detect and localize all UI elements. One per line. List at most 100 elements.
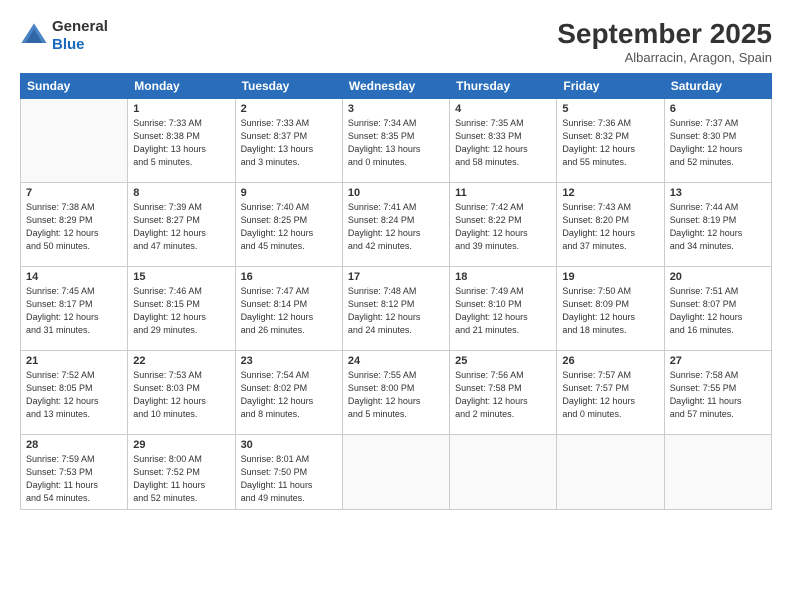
day-info: Sunrise: 7:33 AM Sunset: 8:37 PM Dayligh… [241,117,337,169]
day-number: 4 [455,103,551,115]
day-number: 28 [26,439,122,451]
day-number: 11 [455,187,551,199]
day-info: Sunrise: 7:37 AM Sunset: 8:30 PM Dayligh… [670,117,766,169]
header-tuesday: Tuesday [235,74,342,99]
calendar-cell: 13Sunrise: 7:44 AM Sunset: 8:19 PM Dayli… [664,183,771,267]
day-info: Sunrise: 7:54 AM Sunset: 8:02 PM Dayligh… [241,369,337,421]
logo-general: General [52,18,108,35]
calendar-cell: 26Sunrise: 7:57 AM Sunset: 7:57 PM Dayli… [557,351,664,435]
day-info: Sunrise: 7:45 AM Sunset: 8:17 PM Dayligh… [26,285,122,337]
day-number: 19 [562,271,658,283]
day-info: Sunrise: 7:42 AM Sunset: 8:22 PM Dayligh… [455,201,551,253]
day-info: Sunrise: 7:47 AM Sunset: 8:14 PM Dayligh… [241,285,337,337]
day-number: 10 [348,187,444,199]
calendar-cell: 30 Sunrise: 8:01 AM Sunset: 7:50 PM Dayli… [235,435,342,510]
calendar-cell [557,435,664,510]
day-info: Sunrise: 7:34 AM Sunset: 8:35 PM Dayligh… [348,117,444,169]
calendar-cell: 10Sunrise: 7:41 AM Sunset: 8:24 PM Dayli… [342,183,449,267]
calendar-cell: 29Sunrise: 8:00 AM Sunset: 7:52 PM Dayli… [128,435,235,510]
logo: General Blue [20,18,108,54]
day-number: 20 [670,271,766,283]
day-number: 3 [348,103,444,115]
logo-icon [20,22,48,50]
calendar-cell: 3 Sunrise: 7:34 AM Sunset: 8:35 PM Daylig… [342,99,449,183]
day-number: 13 [670,187,766,199]
calendar-cell: 14Sunrise: 7:45 AM Sunset: 8:17 PM Dayli… [21,267,128,351]
calendar-cell: 27 Sunrise: 7:58 AM Sunset: 7:55 PM Dayli… [664,351,771,435]
day-number: 9 [241,187,337,199]
calendar-cell: 20 Sunrise: 7:51 AM Sunset: 8:07 PM Dayli… [664,267,771,351]
day-info: Sunrise: 7:43 AM Sunset: 8:20 PM Dayligh… [562,201,658,253]
day-number: 2 [241,103,337,115]
day-number: 16 [241,271,337,283]
day-number: 6 [670,103,766,115]
calendar-cell: 1 Sunrise: 7:33 AM Sunset: 8:38 PM Daylig… [128,99,235,183]
day-number: 15 [133,271,229,283]
day-info: Sunrise: 7:48 AM Sunset: 8:12 PM Dayligh… [348,285,444,337]
day-number: 18 [455,271,551,283]
day-info: Sunrise: 7:52 AM Sunset: 8:05 PM Dayligh… [26,369,122,421]
calendar-cell: 16 Sunrise: 7:47 AM Sunset: 8:14 PM Dayli… [235,267,342,351]
day-info: Sunrise: 7:55 AM Sunset: 8:00 PM Dayligh… [348,369,444,421]
day-number: 7 [26,187,122,199]
calendar-cell: 23 Sunrise: 7:54 AM Sunset: 8:02 PM Dayli… [235,351,342,435]
calendar-cell: 28 Sunrise: 7:59 AM Sunset: 7:53 PM Dayli… [21,435,128,510]
calendar-cell [21,99,128,183]
calendar-cell: 15 Sunrise: 7:46 AM Sunset: 8:15 PM Dayli… [128,267,235,351]
calendar-cell [450,435,557,510]
title-block: September 2025 Albarracin, Aragon, Spain [557,18,772,65]
logo-blue: Blue [52,36,85,53]
day-info: Sunrise: 7:58 AM Sunset: 7:55 PM Dayligh… [670,369,766,421]
day-number: 30 [241,439,337,451]
day-number: 12 [562,187,658,199]
day-number: 17 [348,271,444,283]
day-number: 5 [562,103,658,115]
calendar-cell: 9 Sunrise: 7:40 AM Sunset: 8:25 PM Daylig… [235,183,342,267]
day-info: Sunrise: 8:01 AM Sunset: 7:50 PM Dayligh… [241,453,337,505]
calendar-cell: 4 Sunrise: 7:35 AM Sunset: 8:33 PM Daylig… [450,99,557,183]
day-number: 21 [26,355,122,367]
day-info: Sunrise: 7:40 AM Sunset: 8:25 PM Dayligh… [241,201,337,253]
calendar-cell: 11 Sunrise: 7:42 AM Sunset: 8:22 PM Dayli… [450,183,557,267]
header-thursday: Thursday [450,74,557,99]
calendar-cell: 21 Sunrise: 7:52 AM Sunset: 8:05 PM Dayli… [21,351,128,435]
calendar-cell: 17 Sunrise: 7:48 AM Sunset: 8:12 PM Dayli… [342,267,449,351]
calendar-cell: 5 Sunrise: 7:36 AM Sunset: 8:32 PM Daylig… [557,99,664,183]
day-number: 25 [455,355,551,367]
page: General Blue September 2025 Albarracin, … [0,0,792,612]
calendar-cell: 7Sunrise: 7:38 AM Sunset: 8:29 PM Daylig… [21,183,128,267]
calendar-cell: 6 Sunrise: 7:37 AM Sunset: 8:30 PM Daylig… [664,99,771,183]
header-saturday: Saturday [664,74,771,99]
day-number: 23 [241,355,337,367]
header: General Blue September 2025 Albarracin, … [20,18,772,65]
calendar-cell: 2 Sunrise: 7:33 AM Sunset: 8:37 PM Daylig… [235,99,342,183]
header-sunday: Sunday [21,74,128,99]
day-info: Sunrise: 7:46 AM Sunset: 8:15 PM Dayligh… [133,285,229,337]
day-info: Sunrise: 7:35 AM Sunset: 8:33 PM Dayligh… [455,117,551,169]
header-friday: Friday [557,74,664,99]
day-info: Sunrise: 7:59 AM Sunset: 7:53 PM Dayligh… [26,453,122,505]
calendar-cell: 18 Sunrise: 7:49 AM Sunset: 8:10 PM Dayli… [450,267,557,351]
location: Albarracin, Aragon, Spain [557,50,772,65]
day-number: 22 [133,355,229,367]
day-number: 1 [133,103,229,115]
calendar-cell: 22Sunrise: 7:53 AM Sunset: 8:03 PM Dayli… [128,351,235,435]
day-info: Sunrise: 7:33 AM Sunset: 8:38 PM Dayligh… [133,117,229,169]
day-number: 29 [133,439,229,451]
day-number: 27 [670,355,766,367]
calendar-cell: 8 Sunrise: 7:39 AM Sunset: 8:27 PM Daylig… [128,183,235,267]
calendar-cell [664,435,771,510]
day-info: Sunrise: 7:49 AM Sunset: 8:10 PM Dayligh… [455,285,551,337]
day-number: 24 [348,355,444,367]
day-info: Sunrise: 7:39 AM Sunset: 8:27 PM Dayligh… [133,201,229,253]
day-number: 8 [133,187,229,199]
calendar-cell: 24 Sunrise: 7:55 AM Sunset: 8:00 PM Dayli… [342,351,449,435]
calendar-cell: 25 Sunrise: 7:56 AM Sunset: 7:58 PM Dayli… [450,351,557,435]
day-info: Sunrise: 7:36 AM Sunset: 8:32 PM Dayligh… [562,117,658,169]
weekday-header-row: Sunday Monday Tuesday Wednesday Thursday… [21,74,772,99]
header-monday: Monday [128,74,235,99]
calendar-table: Sunday Monday Tuesday Wednesday Thursday… [20,73,772,510]
day-info: Sunrise: 7:56 AM Sunset: 7:58 PM Dayligh… [455,369,551,421]
header-wednesday: Wednesday [342,74,449,99]
day-info: Sunrise: 7:51 AM Sunset: 8:07 PM Dayligh… [670,285,766,337]
